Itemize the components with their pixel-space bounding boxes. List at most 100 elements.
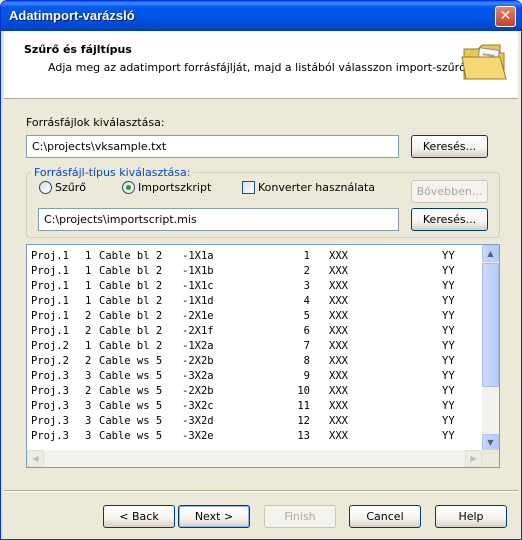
list-item-cell: 2 (85, 310, 92, 322)
finish-button[interactable]: Finish (264, 505, 336, 528)
list-item-cell: YY (442, 415, 455, 427)
list-item-cell: 5 (303, 310, 310, 322)
list-item-cell: 1 (85, 295, 92, 307)
list-item-cell: 6 (303, 325, 310, 337)
title-bar[interactable]: Adatimport-varázsló ✕ (1, 1, 521, 31)
back-button[interactable]: < Back (103, 505, 175, 528)
list-item-cell: 12 (297, 415, 310, 427)
filter-radio[interactable] (39, 181, 52, 194)
list-item-cell: Cable bl 2 (99, 295, 163, 307)
script-path-input[interactable]: C:\projects\importscript.mis (38, 208, 399, 231)
list-item[interactable]: Proj.1 2 Cable bl 2 -2X1f 6 XXX YY (27, 324, 481, 339)
list-item[interactable]: Proj.1 1 Cable bl 2 -1X1b 2 XXX YY (27, 264, 481, 279)
list-item[interactable]: Proj.1 1 Cable bl 2 -1X1a 1 XXX YY (27, 249, 481, 264)
list-item-cell: YY (442, 325, 455, 337)
list-item-cell: 2 (85, 355, 92, 367)
scroll-right-button[interactable]: ▶ (465, 450, 482, 467)
list-item-cell: YY (442, 355, 455, 367)
script-radio[interactable] (122, 181, 135, 194)
list-item-cell: -2X2b (182, 385, 214, 397)
list-item[interactable]: Proj.1 1 Cable bl 2 -1X1c 3 XXX YY (27, 279, 481, 294)
list-item[interactable]: Proj.2 1 Cable bl 2 -1X2a 7 XXX YY (27, 339, 481, 354)
list-item-cell: XXX (329, 415, 348, 427)
list-item-cell: Cable bl 2 (99, 340, 163, 352)
list-item-cell: XXX (329, 265, 348, 277)
scroll-left-button[interactable]: ◀ (27, 450, 44, 467)
list-item-cell: YY (442, 400, 455, 412)
browse-script-button[interactable]: Keresés... (411, 208, 488, 231)
filter-radio-label[interactable]: Szűrő (55, 181, 86, 194)
list-item-cell: Proj.1 (31, 295, 69, 307)
preview-list-content: Proj.1 1 Cable bl 2 -1X1a 1 XXX YY Proj.1 1 Cable… (27, 249, 481, 449)
list-item-cell: YY (442, 385, 455, 397)
horizontal-scrollbar[interactable]: ◀ ▶ (27, 450, 482, 467)
list-item-cell: 3 (85, 430, 92, 442)
list-item[interactable]: Proj.3 3 Cable ws 5 -3X2d 12 XXX YY (27, 414, 481, 429)
chevron-up-icon: ▲ (487, 249, 494, 258)
list-item-cell: YY (442, 340, 455, 352)
scroll-up-button[interactable]: ▲ (482, 245, 499, 262)
converter-checkbox[interactable] (242, 181, 255, 194)
list-item-cell: -1X2a (182, 340, 214, 352)
list-item-cell: YY (442, 430, 455, 442)
list-item-cell: Proj.1 (31, 265, 69, 277)
cancel-button[interactable]: Cancel (349, 505, 421, 528)
list-item-cell: Cable bl 2 (99, 250, 163, 262)
list-item-cell: YY (442, 370, 455, 382)
list-item-cell: 3 (303, 280, 310, 292)
list-item-cell: 1 (85, 280, 92, 292)
list-item-cell: Proj.3 (31, 385, 69, 397)
list-item-cell: Cable ws 5 (99, 385, 163, 397)
list-item-cell: Cable ws 5 (99, 415, 163, 427)
list-item-cell: -3X2d (182, 415, 214, 427)
converter-checkbox-label[interactable]: Konverter használata (258, 181, 375, 194)
scrollbar-thumb[interactable] (482, 263, 499, 387)
vertical-scrollbar[interactable]: ▲ ▼ (482, 245, 499, 451)
page-title: Szűrő és fájltípus (24, 43, 132, 56)
list-item[interactable]: Proj.3 3 Cable ws 5 -3X2c 11 XXX YY (27, 399, 481, 414)
list-item[interactable]: Proj.2 2 Cable ws 5 -2X2b 8 XXX YY (27, 354, 481, 369)
list-item-cell: YY (442, 295, 455, 307)
list-item[interactable]: Proj.1 2 Cable bl 2 -2X1e 5 XXX YY (27, 309, 481, 324)
list-item-cell: 9 (303, 370, 310, 382)
list-item[interactable]: Proj.3 3 Cable ws 5 -3X2e 13 XXX YY (27, 429, 481, 444)
list-item-cell: XXX (329, 280, 348, 292)
list-item-cell: XXX (329, 370, 348, 382)
list-item-cell: 4 (303, 295, 310, 307)
scroll-down-button[interactable]: ▼ (482, 434, 499, 451)
script-radio-label[interactable]: Importszkript (138, 181, 211, 194)
list-item-cell: 11 (297, 400, 310, 412)
footer-separator (4, 490, 518, 492)
wizard-header: Szűrő és fájltípus Adja meg az adatimpor… (4, 31, 518, 99)
list-item-cell: 8 (303, 355, 310, 367)
list-item[interactable]: Proj.3 2 Cable ws 5 -2X2b 10 XXX YY (27, 384, 481, 399)
scrollbar-corner (482, 450, 499, 467)
list-item-cell: -2X1f (182, 325, 214, 337)
filetype-legend: Forrásfájl-típus kiválasztása: (31, 166, 194, 179)
list-item-cell: Cable ws 5 (99, 400, 163, 412)
list-item-cell: Proj.1 (31, 280, 69, 292)
next-button[interactable]: Next > (178, 505, 250, 528)
folder-icon (461, 44, 507, 80)
list-item-cell: Cable ws 5 (99, 370, 163, 382)
list-item-cell: Proj.1 (31, 250, 69, 262)
list-item[interactable]: Proj.3 3 Cable ws 5 -3X2a 9 XXX YY (27, 369, 481, 384)
help-button[interactable]: Help (435, 505, 507, 528)
list-item-cell: XXX (329, 295, 348, 307)
close-icon: ✕ (499, 8, 512, 24)
wizard-window: Adatimport-varázsló ✕ Szűrő és fájltípus… (0, 0, 522, 540)
list-item-cell: Cable bl 2 (99, 310, 163, 322)
list-item-cell: 1 (85, 265, 92, 277)
page-subtitle: Adja meg az adatimport forrásfájlját, ma… (48, 61, 474, 74)
list-item[interactable]: Proj.1 1 Cable bl 2 -1X1d 4 XXX YY (27, 294, 481, 309)
preview-listbox[interactable]: Proj.1 1 Cable bl 2 -1X1a 1 XXX YY Proj.1 1 Cable… (26, 244, 500, 468)
list-item-cell: 3 (85, 370, 92, 382)
source-file-input[interactable]: C:\projects\vksample.txt (26, 135, 399, 158)
list-item-cell: -3X2e (182, 430, 214, 442)
list-item-cell: 13 (297, 430, 310, 442)
more-button[interactable]: Bővebben... (411, 180, 488, 203)
list-item-cell: XXX (329, 355, 348, 367)
close-button[interactable]: ✕ (495, 6, 516, 27)
list-item-cell: Proj.1 (31, 325, 69, 337)
browse-source-button[interactable]: Keresés... (411, 135, 488, 158)
